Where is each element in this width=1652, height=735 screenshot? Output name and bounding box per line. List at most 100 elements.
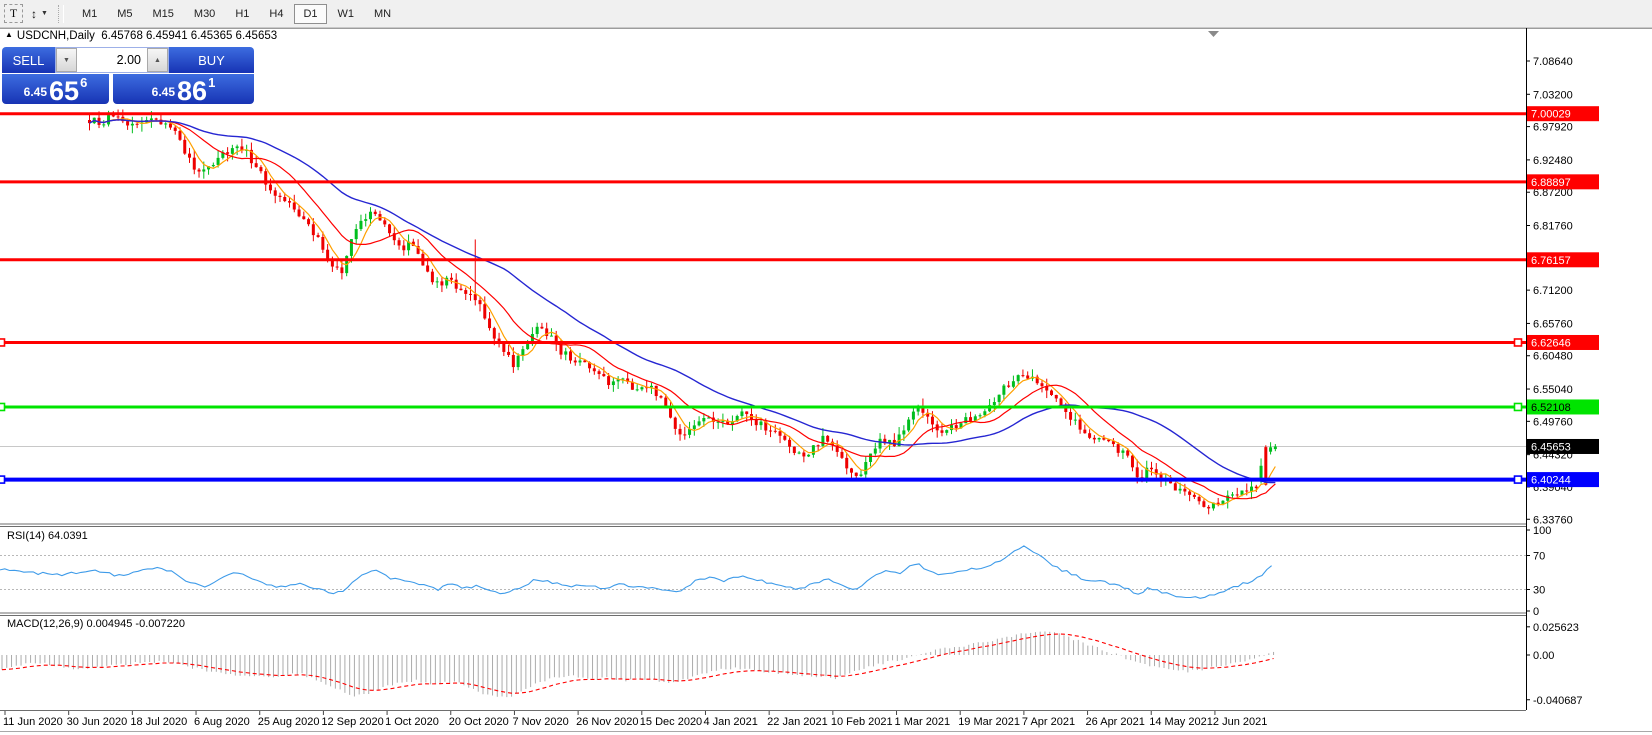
sell-price-pips: 65	[49, 80, 79, 102]
svg-text:30 Jun 2020: 30 Jun 2020	[67, 716, 128, 728]
volume-input[interactable]	[77, 48, 147, 72]
timeframe-button-m30[interactable]: M30	[185, 4, 224, 24]
buy-button[interactable]: BUY	[169, 47, 254, 73]
svg-text:6 Aug 2020: 6 Aug 2020	[194, 716, 250, 728]
svg-text:6.45653: 6.45653	[1531, 441, 1571, 453]
timeframe-button-m1[interactable]: M1	[73, 4, 106, 24]
collapse-marker-icon: ▲	[5, 30, 13, 39]
svg-text:7.00029: 7.00029	[1531, 109, 1571, 121]
buy-price-pips: 86	[177, 80, 207, 102]
svg-text:2 Jun 2021: 2 Jun 2021	[1213, 716, 1267, 728]
svg-text:6.92480: 6.92480	[1533, 155, 1573, 167]
volume-increase-button[interactable]: ▲	[147, 48, 168, 72]
svg-text:6.40244: 6.40244	[1531, 475, 1571, 487]
svg-text:12 Sep 2020: 12 Sep 2020	[321, 716, 383, 728]
one-click-trading-panel: SELL ▼ ▲ BUY 6.45 65 6 6.45 86 1	[2, 47, 254, 104]
window-frame	[0, 28, 1652, 710]
svg-text:20 Oct 2020: 20 Oct 2020	[449, 716, 509, 728]
svg-text:30: 30	[1533, 585, 1545, 597]
svg-text:19 Mar 2021: 19 Mar 2021	[958, 716, 1020, 728]
text-tool-button[interactable]: T	[4, 4, 23, 23]
svg-text:6.76157: 6.76157	[1531, 255, 1571, 267]
svg-text:-0.040687: -0.040687	[1533, 695, 1583, 707]
horizontal-line-6.62646[interactable]	[0, 339, 1526, 346]
sell-price[interactable]: 6.45 65 6	[2, 74, 109, 104]
svg-text:6.71200: 6.71200	[1533, 285, 1573, 297]
buy-price-base: 6.45	[152, 85, 175, 99]
svg-text:6.55040: 6.55040	[1533, 384, 1573, 396]
ma-slow-line	[90, 120, 1276, 483]
buy-price-point: 1	[208, 75, 215, 90]
svg-text:25 Aug 2020: 25 Aug 2020	[258, 716, 320, 728]
svg-text:22 Jan 2021: 22 Jan 2021	[767, 716, 828, 728]
arrows-icon: ↕	[31, 7, 37, 21]
buy-button-label: BUY	[198, 53, 225, 68]
macd-indicator-label: MACD(12,26,9) 0.004945 -0.007220	[7, 618, 185, 630]
svg-text:70: 70	[1533, 551, 1545, 563]
svg-text:15 Dec 2020: 15 Dec 2020	[640, 716, 702, 728]
rsi-pane	[0, 546, 1526, 598]
svg-text:14 May 2021: 14 May 2021	[1149, 716, 1213, 728]
timeframe-button-d1[interactable]: D1	[294, 4, 326, 24]
chart-shift-marker[interactable]	[1208, 31, 1219, 37]
svg-text:26 Apr 2021: 26 Apr 2021	[1086, 716, 1145, 728]
toolbar-separator	[58, 5, 64, 23]
chart-canvas[interactable]: 7.086407.032006.979206.924806.872006.817…	[0, 0, 1652, 735]
spin-down-icon: ▼	[63, 57, 70, 64]
chevron-down-icon: ▼	[41, 10, 48, 17]
svg-text:6.65760: 6.65760	[1533, 318, 1573, 330]
date-axis: 11 Jun 2020 30 Jun 202018 Jul 2020 6 Aug 2…	[3, 711, 1267, 728]
timeframe-buttons: M1M5M15M30H1H4D1W1MN	[72, 4, 401, 24]
sell-button-label: SELL	[13, 53, 45, 68]
timeframe-button-w1[interactable]: W1	[329, 4, 364, 24]
timeframe-button-h4[interactable]: H4	[260, 4, 292, 24]
svg-text:7.03200: 7.03200	[1533, 89, 1573, 101]
ma-mid-line	[90, 120, 1276, 499]
svg-text:18 Jul 2020: 18 Jul 2020	[130, 716, 187, 728]
svg-text:6.62646: 6.62646	[1531, 337, 1571, 349]
svg-text:6.52108: 6.52108	[1531, 402, 1571, 414]
candlesticks	[88, 110, 1277, 515]
horizontal-line-6.52108[interactable]	[0, 403, 1526, 410]
macd-pane	[2, 631, 1274, 697]
arrows-tool-button[interactable]: ↕ ▼	[31, 7, 48, 21]
svg-text:4 Jan 2021: 4 Jan 2021	[703, 716, 757, 728]
price-axis: 7.086407.032006.979206.924806.872006.817…	[1526, 56, 1599, 707]
svg-text:0.00: 0.00	[1533, 650, 1554, 662]
svg-text:1 Oct 2020: 1 Oct 2020	[385, 716, 439, 728]
svg-text:7.08640: 7.08640	[1533, 56, 1573, 68]
svg-text:11 Jun 2020: 11 Jun 2020	[3, 716, 63, 728]
volume-decrease-button[interactable]: ▼	[56, 48, 77, 72]
svg-text:7 Apr 2021: 7 Apr 2021	[1022, 716, 1075, 728]
timeframe-button-h1[interactable]: H1	[226, 4, 258, 24]
ohlc-values: 6.45768 6.45941 6.45365 6.45653	[101, 30, 277, 42]
svg-text:0.025623: 0.025623	[1533, 622, 1579, 634]
spin-up-icon: ▲	[154, 57, 161, 64]
timeframe-button-m5[interactable]: M5	[108, 4, 141, 24]
symbol-period-label: USDCNH,Daily	[17, 30, 95, 42]
sell-price-base: 6.45	[24, 85, 47, 99]
svg-text:1 Mar 2021: 1 Mar 2021	[895, 716, 951, 728]
volume-control: ▼ ▲	[55, 47, 169, 73]
svg-text:6.81760: 6.81760	[1533, 221, 1573, 233]
toolbar: T ↕ ▼ M1M5M15M30H1H4D1W1MN	[0, 0, 1652, 28]
svg-text:26 Nov 2020: 26 Nov 2020	[576, 716, 638, 728]
svg-text:0: 0	[1533, 606, 1539, 618]
rsi-line	[0, 546, 1272, 598]
buy-price[interactable]: 6.45 86 1	[113, 74, 254, 104]
svg-text:6.88897: 6.88897	[1531, 177, 1571, 189]
rsi-indicator-label: RSI(14) 64.0391	[7, 530, 88, 542]
timeframe-button-m15[interactable]: M15	[144, 4, 183, 24]
timeframe-button-mn[interactable]: MN	[365, 4, 400, 24]
sell-price-point: 6	[80, 75, 87, 90]
sell-button[interactable]: SELL	[2, 47, 55, 73]
svg-text:100: 100	[1533, 525, 1551, 537]
chart-title: ▲ USDCNH,Daily 6.45768 6.45941 6.45365 6.…	[5, 30, 277, 42]
svg-text:6.49760: 6.49760	[1533, 416, 1573, 428]
svg-text:7 Nov 2020: 7 Nov 2020	[512, 716, 568, 728]
horizontal-line-6.40244[interactable]	[0, 476, 1526, 483]
svg-text:6.60480: 6.60480	[1533, 351, 1573, 363]
svg-text:10 Feb 2021: 10 Feb 2021	[831, 716, 893, 728]
svg-text:6.97920: 6.97920	[1533, 122, 1573, 134]
horizontal-lines[interactable]	[0, 114, 1526, 483]
